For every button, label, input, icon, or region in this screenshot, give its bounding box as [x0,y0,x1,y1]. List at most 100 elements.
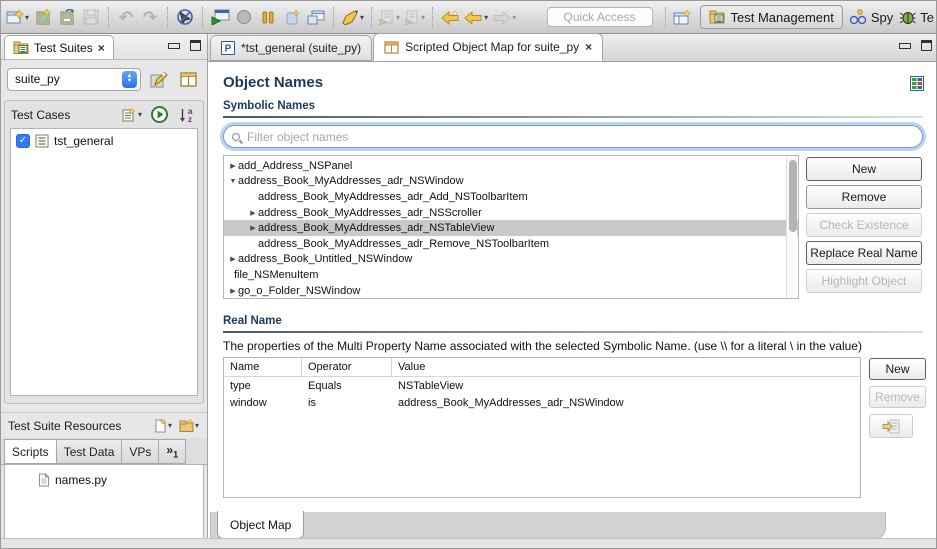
tree-row[interactable]: file_NSMenuItem [224,267,798,283]
chevron-expanded-icon[interactable]: ▼ [228,178,238,185]
last-edit-location-icon[interactable] [439,5,461,29]
table-row[interactable]: type Equals NSTableView [224,377,860,394]
remove-button[interactable]: Remove [806,185,922,209]
save-icon[interactable] [80,5,102,29]
symbolic-names-tree[interactable]: ▶add_Address_NSPanel ▼address_Book_MyAdd… [223,155,799,299]
select-stepper-icon[interactable]: ▲▼ [122,71,137,88]
tab-test-suites-label: Test Suites [34,41,93,55]
chevron-collapsed-icon[interactable]: ▶ [248,224,258,232]
tab-vps[interactable]: VPs [121,439,158,464]
back-icon[interactable]: ▾ [463,5,489,29]
perspective-spy[interactable]: Spy [849,9,893,25]
table-row[interactable]: window is address_Book_MyAddresses_adr_N… [224,394,860,411]
dropdown-caret-icon: ▾ [168,421,172,430]
left-panel: Test Suites × suite_py ▲▼ [1,34,208,549]
chevron-collapsed-icon[interactable]: ▶ [248,209,258,217]
replace-real-name-button[interactable]: Replace Real Name [806,241,922,265]
test-case-checkbox[interactable]: ✓ [16,134,30,148]
tab-tst-general[interactable]: P *tst_general (suite_py) [210,35,372,61]
tree-row[interactable]: ▶go_o_Folder_NSWindow [224,283,798,299]
edit-settings-icon[interactable] [148,67,170,91]
launch-aut-icon[interactable] [209,5,231,29]
tab-scripts[interactable]: Scripts [4,439,56,464]
windows-icon[interactable] [305,5,327,29]
close-icon[interactable]: × [98,41,105,55]
test-suites-icon [13,41,29,54]
highlight-object-button[interactable]: Highlight Object [806,269,922,293]
col-value[interactable]: Value [392,358,860,376]
main-toolbar: ▾ ↶ ↷ [1,1,937,34]
panel-sash[interactable] [1,404,207,412]
forward-icon[interactable]: ▾ [491,5,517,29]
tree-row[interactable]: ▶add_Address_NSPanel [224,158,798,174]
toolbar-separator [108,7,109,27]
python-file-icon [38,473,50,487]
col-name[interactable]: Name [224,358,302,376]
pause-icon[interactable] [257,5,279,29]
new-test-suite-icon[interactable]: ▾ [5,5,30,29]
spy-pick-icon[interactable]: ▾ [340,5,365,29]
test-case-label: tst_general [54,134,113,148]
tab-overflow[interactable]: »1 [158,439,186,464]
sort-az-icon[interactable]: az [175,103,197,127]
chevron-collapsed-icon[interactable]: ▶ [228,255,238,263]
record-icon[interactable] [233,5,255,29]
scrollbar-thumb[interactable] [789,160,797,232]
run-settings-icon[interactable]: ▾ [378,5,401,29]
arrow-to-document-icon [882,419,900,434]
tab-test-suites[interactable]: Test Suites × [4,35,114,59]
chevron-collapsed-icon[interactable]: ▶ [228,162,238,170]
tree-scrollbar[interactable] [786,157,797,299]
quick-access-input[interactable]: Quick Access [547,7,653,27]
properties-table[interactable]: Name Operator Value type Equals NSTableV… [223,357,861,498]
property-remove-button[interactable]: Remove [869,386,926,408]
new-test-case-icon[interactable] [32,5,54,29]
copy-to-symbolic-button[interactable] [869,414,913,438]
debug-settings-icon[interactable]: ▾ [403,5,426,29]
dropdown-caret-icon: ▾ [512,13,516,22]
test-summary-icon[interactable] [177,67,199,91]
file-row[interactable]: names.py [5,471,203,489]
tab-object-map[interactable]: Scripted Object Map for suite_py × [373,33,603,61]
filter-field[interactable] [223,125,923,148]
tree-row-selected[interactable]: ▶address_Book_MyAddresses_adr_NSTableVie… [224,220,798,236]
chevron-collapsed-icon[interactable]: ▶ [228,287,238,295]
svg-text:P: P [225,44,232,55]
suite-select[interactable]: suite_py ▲▼ [7,68,141,91]
tree-row[interactable]: address_Book_MyAddresses_adr_Remove_NSTo… [224,236,798,252]
bottom-tab-strip: Object Map [210,512,886,540]
tree-row[interactable]: ▶address_Book_Untitled_NSWindow [224,252,798,268]
stop-recording-icon[interactable] [174,5,196,29]
maximize-button[interactable] [921,40,932,51]
tab-object-map-bottom[interactable]: Object Map [217,511,304,539]
new-folder-icon[interactable]: ▾ [178,414,200,438]
stop-icon[interactable] [281,5,303,29]
tree-row[interactable]: ▶address_Book_MyAddresses_adr_NSScroller [224,205,798,221]
col-operator[interactable]: Operator [302,358,392,376]
maximize-button[interactable] [190,40,201,51]
redo-icon[interactable]: ↷ [139,5,161,29]
new-file-icon[interactable]: ▾ [152,414,174,438]
perspective-test-management[interactable]: Test Management [700,5,843,29]
spy-icon [849,9,867,25]
new-test-case-icon[interactable]: ▾ [121,103,143,127]
filter-input[interactable] [245,129,914,145]
tree-row[interactable]: ▼address_Book_MyAddresses_adr_NSWindow [224,174,798,190]
property-new-button[interactable]: New [869,358,926,380]
minimize-button[interactable] [168,43,180,49]
run-test-suite-icon[interactable] [148,103,170,127]
tree-row[interactable]: address_Book_MyAddresses_adr_Add_NSToolb… [224,189,798,205]
switch-layout-icon[interactable] [910,76,924,91]
new-button[interactable]: New [806,157,922,181]
check-existence-button[interactable]: Check Existence [806,213,922,237]
perspective-test-management-label: Test Management [731,10,834,25]
close-icon[interactable]: × [585,40,592,54]
tab-test-data[interactable]: Test Data [56,439,122,464]
perspective-test-debugging[interactable]: Te [899,9,934,25]
minimize-button[interactable] [899,43,911,49]
undo-icon[interactable]: ↶ [115,5,137,29]
open-perspective-icon[interactable] [672,5,694,29]
open-test-suite-icon[interactable] [56,5,78,29]
test-case-row[interactable]: ✓ tst_general [11,132,197,150]
dropdown-caret-icon: ▾ [25,13,29,22]
